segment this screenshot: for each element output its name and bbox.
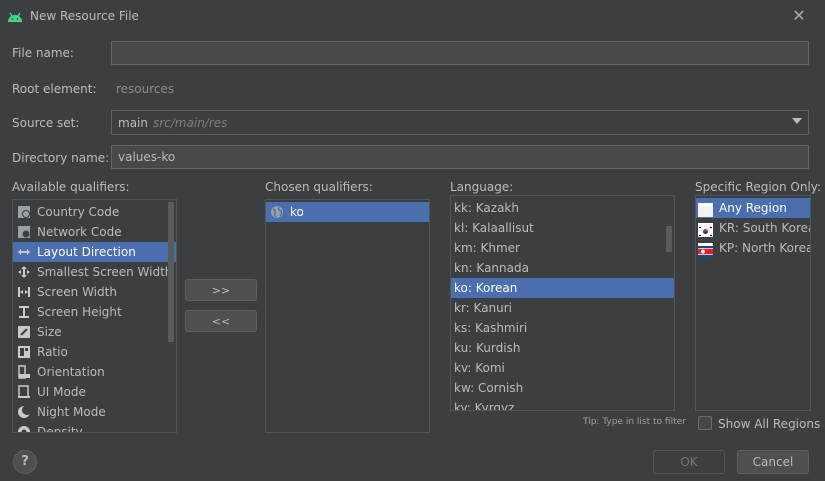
region-item[interactable]: KP: North Korea	[696, 238, 810, 258]
qualifier-item[interactable]: Smallest Screen Width	[13, 262, 176, 282]
root-element-value: resources	[116, 82, 175, 96]
qualifier-item[interactable]: Density	[13, 422, 176, 433]
layout-direction-icon	[17, 245, 31, 259]
source-set-dropdown[interactable]: main src/main/res	[111, 110, 809, 135]
qualifier-label: Country Code	[37, 205, 120, 219]
language-item[interactable]: ks: Kashmiri	[451, 318, 674, 338]
qualifier-label: Ratio	[37, 345, 68, 359]
orientation-icon	[17, 365, 31, 379]
available-qualifiers-list[interactable]: Country Code Network Code Layout Direction…	[12, 199, 177, 433]
screen-width-icon	[17, 285, 31, 299]
show-all-regions-label: Show All Regions	[718, 417, 821, 431]
qualifier-item[interactable]: Screen Width	[13, 282, 176, 302]
remove-qualifier-button[interactable]: <<	[185, 310, 257, 332]
title-bar: New Resource File ✕	[0, 0, 825, 34]
region-label: Specific Region Only:	[695, 180, 822, 194]
language-item[interactable]: kk: Kazakh	[451, 198, 674, 218]
directory-name-input[interactable]	[111, 145, 809, 169]
source-set-value: main	[118, 115, 148, 130]
qualifier-item[interactable]: Layout Direction	[13, 242, 176, 262]
qualifier-label: Screen Height	[37, 305, 122, 319]
region-label: Any Region	[719, 201, 787, 215]
language-item[interactable]: kw: Cornish	[451, 378, 674, 398]
ok-button[interactable]: OK	[653, 450, 725, 474]
language-item[interactable]: ko: Korean	[451, 278, 674, 298]
qualifier-label: Smallest Screen Width	[37, 265, 173, 279]
android-icon	[8, 12, 22, 22]
qualifier-label: Night Mode	[37, 405, 106, 419]
qualifier-item[interactable]: Ratio	[13, 342, 176, 362]
qualifier-label: Density	[37, 425, 83, 433]
qualifier-item[interactable]: Night Mode	[13, 402, 176, 422]
size-icon	[17, 325, 31, 339]
qualifier-item[interactable]: Size	[13, 322, 176, 342]
window-title: New Resource File	[30, 9, 139, 23]
region-item[interactable]: Any Region	[696, 198, 810, 218]
qualifier-label: Layout Direction	[37, 245, 136, 259]
ratio-icon	[17, 345, 31, 359]
language-list[interactable]: kk: Kazakh kl: Kalaallisut km: Khmer kn: Ka…	[450, 195, 675, 411]
screen-height-icon	[17, 305, 31, 319]
chosen-qualifier-label: ko	[290, 205, 304, 219]
source-set-label: Source set:	[12, 116, 80, 130]
language-item[interactable]: ky: Kyrgyz	[451, 398, 674, 410]
file-name-input[interactable]	[111, 41, 809, 65]
available-qualifiers-label: Available qualifiers:	[12, 180, 130, 194]
region-label: KP: North Korea	[719, 241, 811, 255]
cancel-button[interactable]: Cancel	[737, 450, 809, 474]
qualifier-label: Size	[37, 325, 62, 339]
close-icon[interactable]: ✕	[789, 6, 809, 26]
network-code-icon	[17, 225, 31, 239]
available-scrollbar[interactable]	[168, 202, 174, 342]
region-item[interactable]: KR: South Korea	[696, 218, 810, 238]
directory-name-label: Directory name:	[12, 151, 110, 165]
filter-tip: Tip: Type in list to filter	[583, 417, 686, 427]
help-button[interactable]: ?	[13, 450, 37, 474]
qualifier-item[interactable]: Screen Height	[13, 302, 176, 322]
blank-flag-icon	[698, 202, 713, 217]
qualifier-label: Network Code	[37, 225, 122, 239]
add-qualifier-button[interactable]: >>	[185, 279, 257, 301]
country-code-icon	[17, 205, 31, 219]
file-name-label: File name:	[12, 46, 74, 60]
qualifier-item[interactable]: Country Code	[13, 202, 176, 222]
qualifier-item[interactable]: Network Code	[13, 222, 176, 242]
chosen-qualifier-item[interactable]: ko	[266, 202, 429, 222]
show-all-regions-checkbox[interactable]	[698, 416, 712, 430]
language-item[interactable]: kn: Kannada	[451, 258, 674, 278]
qualifier-label: Orientation	[37, 365, 105, 379]
chosen-qualifiers-list[interactable]: ko	[265, 199, 430, 433]
chevron-down-icon[interactable]	[792, 118, 802, 124]
qualifier-item[interactable]: UI Mode	[13, 382, 176, 402]
ui-mode-icon	[17, 385, 31, 399]
language-item[interactable]: ku: Kurdish	[451, 338, 674, 358]
root-element-label: Root element:	[12, 82, 97, 96]
chosen-qualifiers-label: Chosen qualifiers:	[265, 180, 373, 194]
language-item[interactable]: kl: Kalaallisut	[451, 218, 674, 238]
region-list[interactable]: Any Region KR: South Korea KP: North Korea	[695, 195, 811, 411]
language-item[interactable]: kr: Kanuri	[451, 298, 674, 318]
language-item[interactable]: km: Khmer	[451, 238, 674, 258]
language-item[interactable]: kv: Komi	[451, 358, 674, 378]
globe-icon	[270, 205, 284, 219]
qualifier-item[interactable]: Orientation	[13, 362, 176, 382]
language-label: Language:	[450, 180, 514, 194]
night-mode-icon	[17, 405, 32, 419]
language-scrollbar[interactable]	[666, 226, 672, 252]
qualifier-label: UI Mode	[37, 385, 86, 399]
density-icon	[17, 425, 31, 432]
north-korea-flag-icon	[698, 242, 713, 257]
south-korea-flag-icon	[698, 222, 713, 237]
source-set-path: src/main/res	[152, 115, 228, 130]
region-label: KR: South Korea	[719, 221, 811, 235]
smallest-width-icon	[17, 265, 31, 279]
qualifier-label: Screen Width	[37, 285, 117, 299]
